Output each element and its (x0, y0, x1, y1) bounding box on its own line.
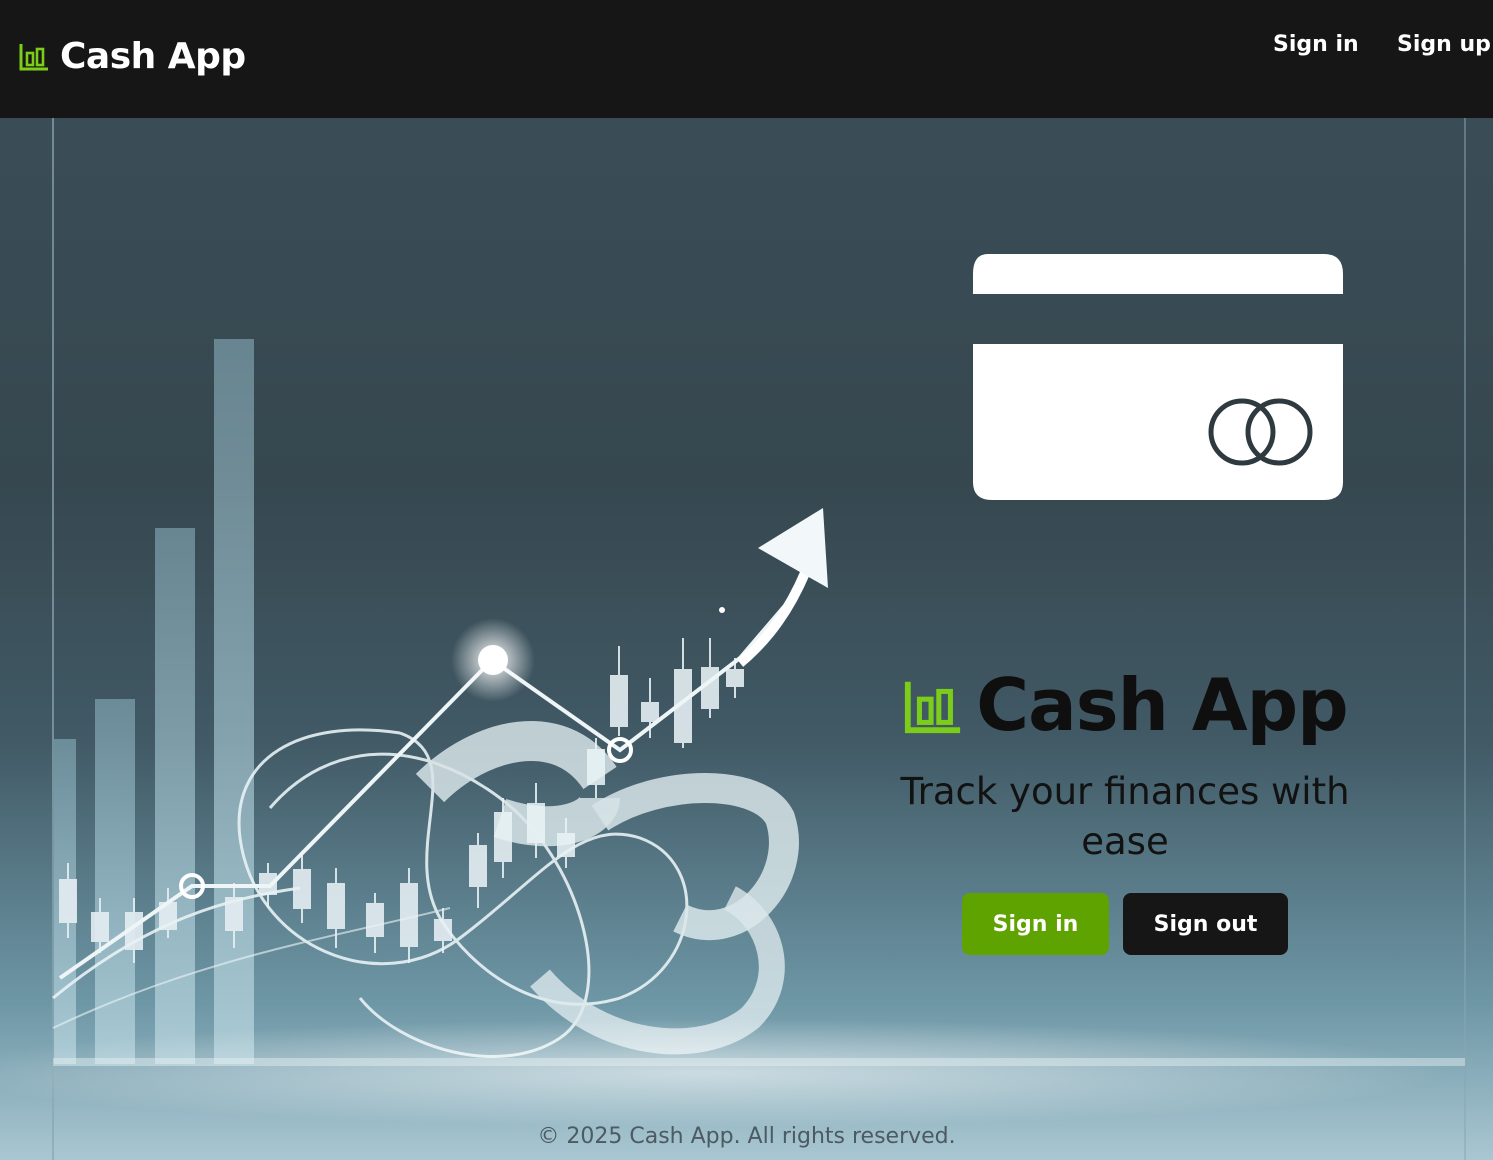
hero-buttons: Sign in Sign out (880, 893, 1370, 955)
bar-chart-icon (905, 681, 961, 734)
footer-copyright: © 2025 Cash App. All rights reserved. (537, 1124, 956, 1149)
hero-title: Cash App (976, 663, 1348, 747)
hero-section: Cash App Track your finances with ease S… (0, 118, 1493, 1160)
sign-in-button[interactable]: Sign in (962, 893, 1109, 955)
bar-chart-icon (19, 44, 48, 71)
hero-brand: Cash App (880, 663, 1370, 747)
navbar: Cash App Sign in Sign up (0, 0, 1493, 118)
nav-sign-up-link[interactable]: Sign up (1397, 32, 1491, 57)
hero-cta: Cash App Track your finances with ease S… (880, 663, 1370, 955)
sign-out-button[interactable]: Sign out (1123, 893, 1288, 955)
brand-logo[interactable]: Cash App (18, 34, 246, 78)
brand-text: Cash App (60, 35, 246, 77)
credit-card-icon (973, 254, 1343, 500)
nav-sign-in-link[interactable]: Sign in (1273, 32, 1359, 57)
hero-tagline: Track your finances with ease (900, 770, 1350, 863)
